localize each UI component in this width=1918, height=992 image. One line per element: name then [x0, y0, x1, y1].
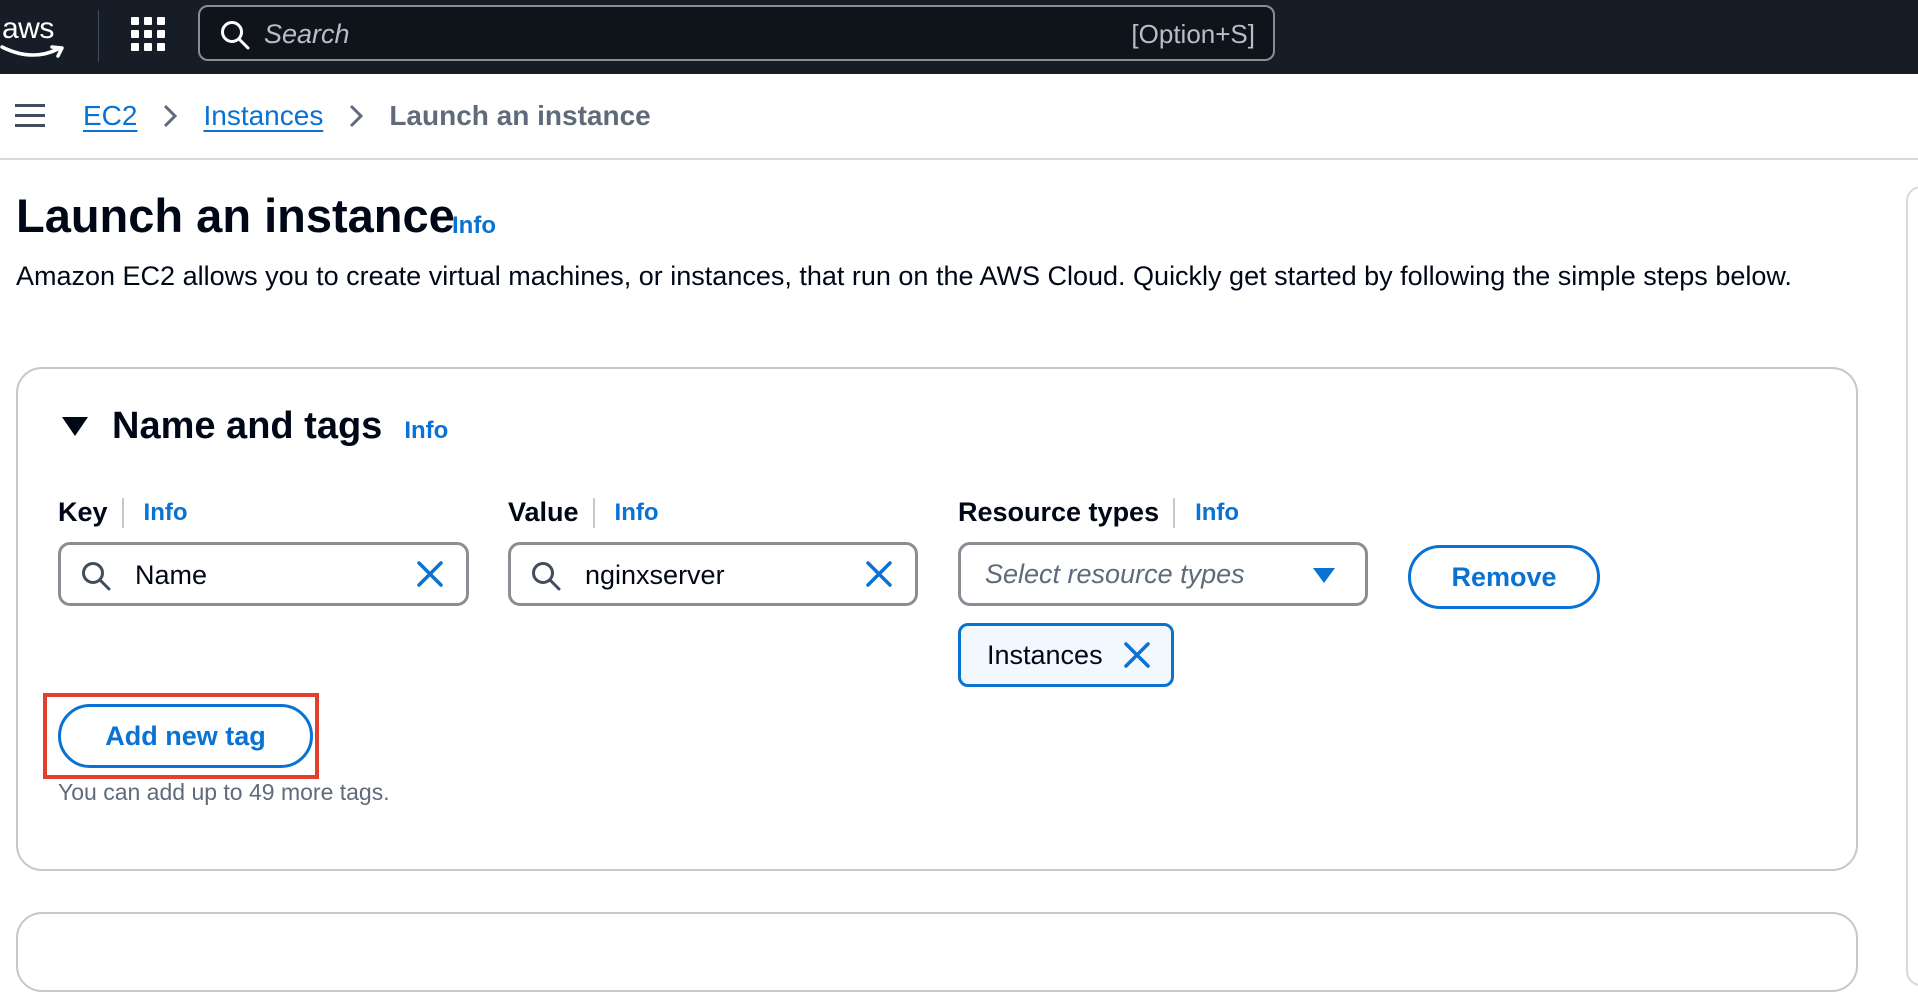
- page-info-link[interactable]: Info: [452, 212, 496, 240]
- breadcrumb-item-instances[interactable]: Instances: [203, 100, 323, 132]
- resource-types-label: Resource types: [958, 497, 1160, 527]
- resource-types-select[interactable]: Select resource types: [958, 542, 1368, 606]
- caret-down-icon: [62, 417, 88, 436]
- side-panel-edge: [1906, 186, 1918, 986]
- breadcrumb-item-ec2[interactable]: EC2: [83, 100, 137, 132]
- resource-types-placeholder: Select resource types: [985, 559, 1245, 589]
- aws-smile-icon: [0, 45, 64, 58]
- top-navigation-bar: aws [Option+S]: [0, 0, 1918, 75]
- name-and-tags-toggle[interactable]: Name and tags Info: [62, 405, 448, 448]
- label-divider: [592, 497, 595, 528]
- breadcrumb-bar: EC2 Instances Launch an instance: [0, 74, 1918, 160]
- search-shortcut-hint: [Option+S]: [1131, 19, 1255, 49]
- menu-icon[interactable]: [15, 104, 45, 128]
- value-label: Value: [508, 497, 579, 527]
- key-label: Key: [58, 497, 108, 527]
- section-title: Name and tags: [112, 405, 383, 447]
- value-input-box[interactable]: [508, 542, 918, 606]
- resource-type-token: Instances: [958, 623, 1174, 687]
- services-grid-icon[interactable]: [131, 17, 165, 51]
- aws-logo[interactable]: aws: [0, 10, 70, 58]
- next-section-panel: [16, 912, 1858, 992]
- chevron-right-icon: [164, 104, 178, 128]
- key-info-link[interactable]: Info: [144, 499, 188, 527]
- value-input[interactable]: [583, 557, 837, 593]
- value-info-link[interactable]: Info: [615, 499, 659, 527]
- search-input[interactable]: [262, 15, 1066, 53]
- label-divider: [121, 497, 124, 528]
- key-input[interactable]: [133, 557, 387, 593]
- clear-icon[interactable]: [865, 560, 893, 588]
- search-icon: [532, 562, 561, 591]
- dropdown-triangle-icon: [1313, 568, 1335, 583]
- remove-token-icon[interactable]: [1123, 641, 1151, 669]
- value-field-label: Value Info: [508, 497, 659, 528]
- page-description: Amazon EC2 allows you to create virtual …: [16, 261, 1792, 291]
- page-title: Launch an instance: [16, 189, 455, 242]
- aws-logo-text: aws: [2, 12, 54, 45]
- label-divider: [1173, 497, 1176, 528]
- tags-remaining-hint: You can add up to 49 more tags.: [58, 779, 390, 805]
- breadcrumb: EC2 Instances Launch an instance: [83, 100, 651, 132]
- resource-types-field-label: Resource types Info: [958, 497, 1239, 528]
- clear-icon[interactable]: [416, 560, 444, 588]
- search-icon: [82, 562, 111, 591]
- chevron-right-icon: [350, 104, 364, 128]
- header-divider: [98, 10, 99, 62]
- token-label: Instances: [987, 640, 1103, 670]
- section-info-link[interactable]: Info: [404, 417, 448, 445]
- name-and-tags-panel: Name and tags Info Key Info Value Info: [16, 367, 1858, 871]
- key-field-label: Key Info: [58, 497, 188, 528]
- resource-types-info-link[interactable]: Info: [1195, 499, 1239, 527]
- global-search-box[interactable]: [Option+S]: [198, 5, 1275, 61]
- add-new-tag-button[interactable]: Add new tag: [58, 704, 313, 768]
- breadcrumb-current: Launch an instance: [389, 100, 651, 131]
- search-icon: [221, 21, 250, 50]
- remove-tag-button[interactable]: Remove: [1408, 545, 1600, 609]
- key-input-box[interactable]: [58, 542, 469, 606]
